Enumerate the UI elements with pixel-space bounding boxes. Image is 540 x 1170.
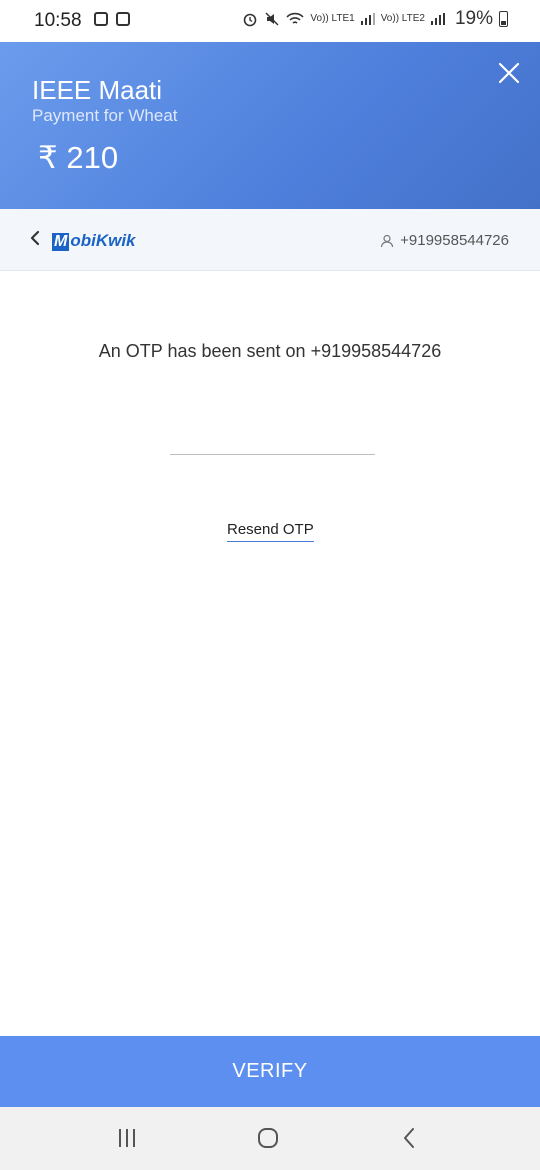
payment-amount: ₹ 210 bbox=[38, 140, 119, 175]
back-icon[interactable] bbox=[400, 1127, 418, 1149]
battery-level: 19% bbox=[454, 8, 493, 29]
recents-icon[interactable] bbox=[116, 1127, 138, 1149]
mobikwik-logo: MobiKwik bbox=[52, 231, 136, 251]
wifi-icon bbox=[286, 12, 304, 24]
user-icon bbox=[381, 234, 394, 247]
sim1-signal-icon bbox=[360, 13, 375, 25]
logo-initial: M bbox=[52, 233, 70, 251]
sim1-label: Vo)) LTE1 bbox=[310, 13, 355, 24]
sim2-signal-icon bbox=[430, 13, 445, 25]
mute-icon bbox=[265, 12, 279, 26]
status-system-icons: Vo)) LTE1 Vo)) LTE2 19% bbox=[242, 8, 508, 30]
status-notification-icons bbox=[94, 12, 130, 26]
notification-app-icon bbox=[94, 12, 108, 26]
close-icon[interactable] bbox=[498, 62, 520, 84]
gallery-icon bbox=[116, 12, 130, 26]
otp-sent-message: An OTP has been sent on +919958544726 bbox=[98, 341, 442, 361]
otp-input[interactable] bbox=[170, 420, 375, 455]
payment-description: Payment for Wheat bbox=[32, 106, 178, 125]
home-icon[interactable] bbox=[257, 1127, 279, 1149]
status-time: 10:58 bbox=[34, 10, 82, 31]
logo-text: obiKwik bbox=[70, 231, 136, 250]
phone-number: +919958544726 bbox=[400, 232, 509, 249]
verify-button[interactable]: VERIFY bbox=[0, 1036, 540, 1107]
battery-icon bbox=[499, 11, 508, 27]
status-bar: 10:58 Vo)) LTE1 Vo)) LTE2 19% bbox=[0, 0, 540, 42]
sim2-label: Vo)) LTE2 bbox=[380, 13, 425, 24]
account-phone: +919958544726 bbox=[380, 232, 509, 249]
alarm-icon bbox=[244, 13, 257, 27]
system-navigation-bar bbox=[0, 1107, 540, 1170]
wallet-provider-bar: MobiKwik +919958544726 bbox=[0, 209, 540, 271]
resend-otp-link[interactable]: Resend OTP bbox=[227, 521, 314, 542]
chevron-left-icon[interactable] bbox=[28, 229, 42, 247]
merchant-name: IEEE Maati bbox=[32, 75, 163, 105]
payment-header: IEEE Maati Payment for Wheat ₹ 210 bbox=[0, 42, 540, 209]
